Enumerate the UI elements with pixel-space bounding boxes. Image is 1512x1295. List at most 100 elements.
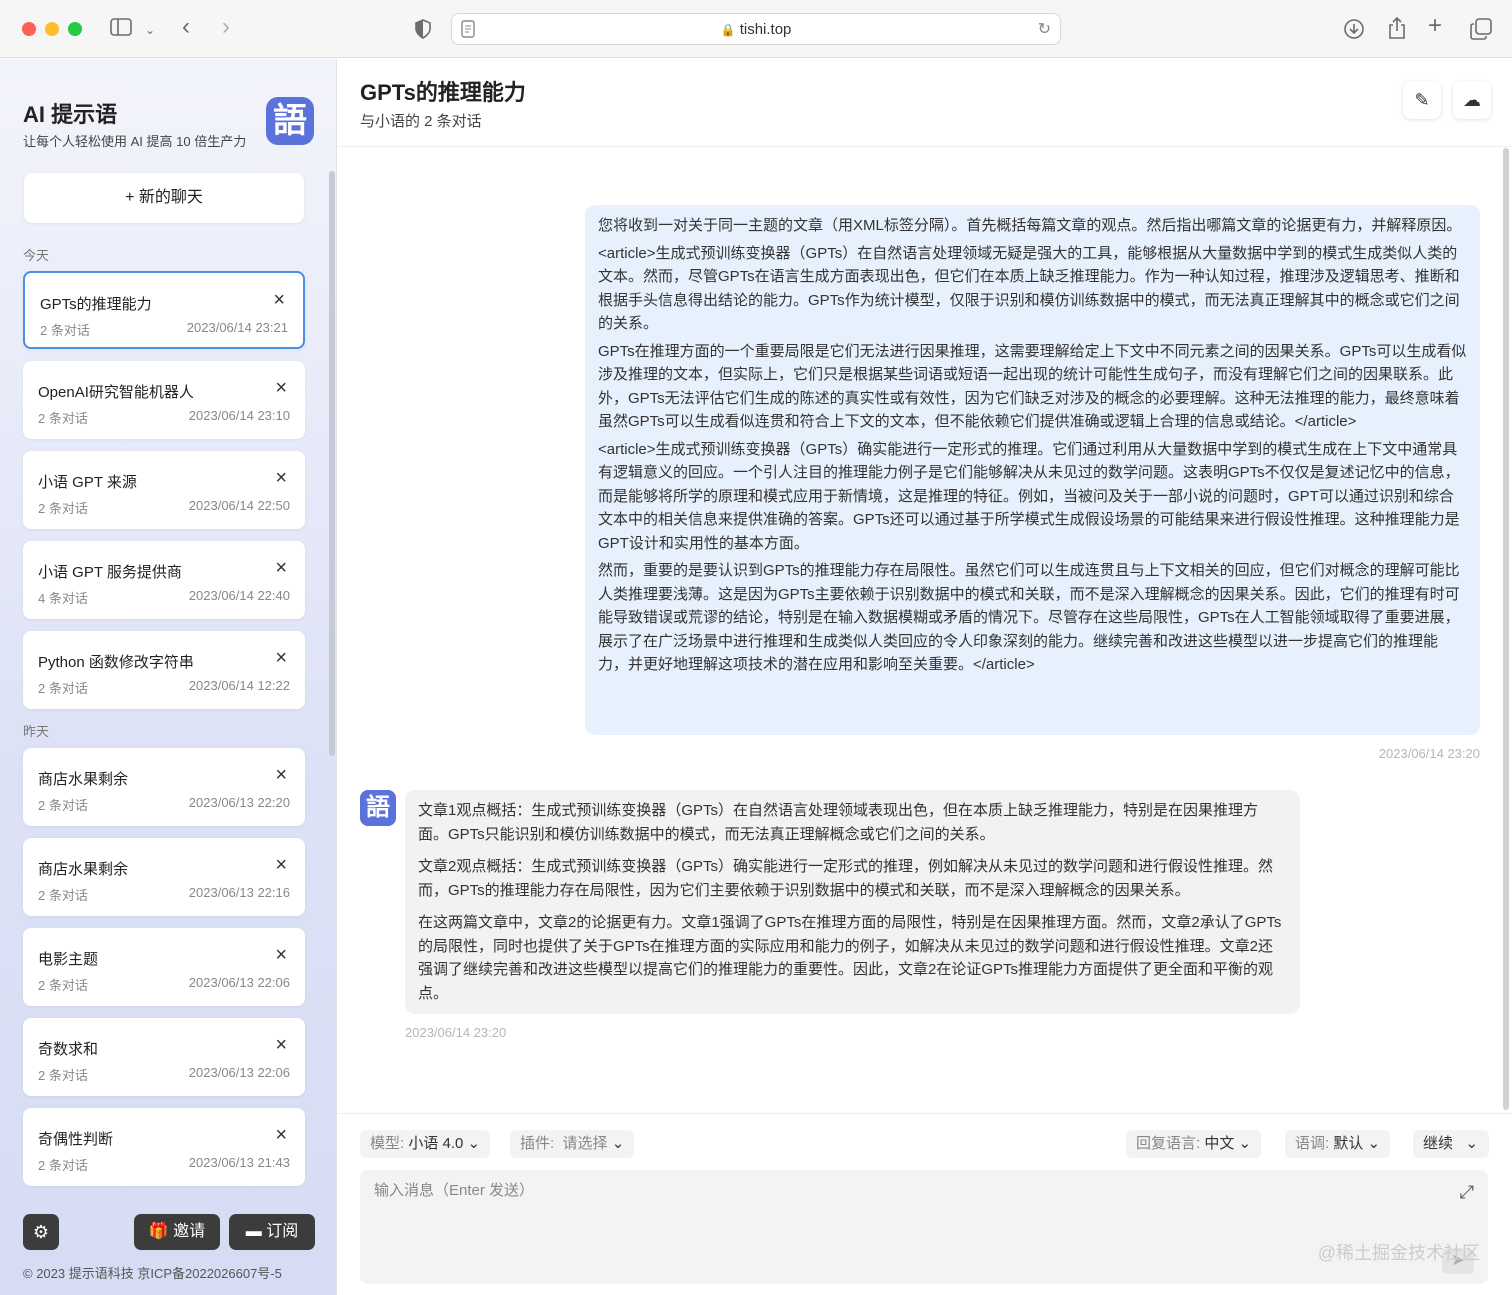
new-tab-icon[interactable]: + xyxy=(1428,14,1442,38)
forward-icon[interactable]: › xyxy=(222,15,230,39)
chat-list-item[interactable]: GPTs的推理能力 2 条对话 2023/06/14 23:21 × xyxy=(23,271,305,349)
chat-item-count: 2 条对话 xyxy=(38,1068,88,1083)
continue-select[interactable]: 继续 ⌄ xyxy=(1413,1130,1489,1158)
lock-icon: 🔒 xyxy=(720,23,736,37)
user-message: 您将收到一对关于同一主题的文章（用XML标签分隔）。首先概括每篇文章的观点。然后… xyxy=(585,205,1480,735)
minimize-window-button[interactable] xyxy=(45,22,59,36)
message-input-container: ⤢ ➤ xyxy=(360,1170,1488,1284)
page-title: GPTs的推理能力 xyxy=(360,80,526,105)
chat-item-title: 奇数求和 xyxy=(38,1041,99,1058)
close-icon[interactable]: × xyxy=(275,1124,287,1147)
assistant-message-paragraph: 文章2观点概括：生成式预训练变换器（GPTs）确实能进行一定形式的推理，例如解决… xyxy=(418,858,1274,899)
chevron-down-icon: ⌄ xyxy=(1367,1135,1381,1152)
brand-title: AI 提示语 xyxy=(23,102,118,127)
message-input[interactable] xyxy=(360,1170,1488,1284)
url-text: tishi.top xyxy=(739,21,792,38)
model-select[interactable]: 模型: 小语 4.0 ⌄ xyxy=(360,1130,491,1158)
edit-title-button[interactable]: ✎ xyxy=(1403,81,1441,119)
assistant-message-paragraph: 文章1观点概括：生成式预训练变换器（GPTs）在自然语言处理领域表现出色，但在本… xyxy=(418,802,1259,843)
invite-button[interactable]: 🎁 邀请 xyxy=(134,1214,220,1250)
chat-list-item[interactable]: 商店水果剩余 2 条对话 2023/06/13 22:20 × xyxy=(23,748,305,826)
close-icon[interactable]: × xyxy=(275,944,287,967)
chat-scrollbar[interactable] xyxy=(1503,148,1509,1110)
section-label: 今天 xyxy=(23,248,50,263)
chat-list-item[interactable]: Python 函数修改字符串 2 条对话 2023/06/14 12:22 × xyxy=(23,631,305,709)
close-icon[interactable]: × xyxy=(273,289,285,312)
user-message-paragraph: 您将收到一对关于同一主题的文章（用XML标签分隔）。首先概括每篇文章的观点。然后… xyxy=(598,217,1462,234)
close-icon[interactable]: × xyxy=(275,764,287,787)
expand-icon[interactable]: ⤢ xyxy=(1460,1182,1474,1203)
close-icon[interactable]: × xyxy=(275,647,287,670)
close-icon[interactable]: × xyxy=(275,467,287,490)
chat-item-title: 商店水果剩余 xyxy=(38,771,129,788)
chat-item-count: 2 条对话 xyxy=(38,798,88,813)
chat-item-title: Python 函数修改字符串 xyxy=(38,654,194,671)
chat-list-item[interactable]: 小语 GPT 来源 2 条对话 2023/06/14 22:50 × xyxy=(23,451,305,529)
chat-list-item[interactable]: 商店水果剩余 2 条对话 2023/06/13 22:16 × xyxy=(23,838,305,916)
chat-item-count: 2 条对话 xyxy=(38,1158,88,1173)
chat-item-date: 2023/06/13 22:20 xyxy=(188,795,290,810)
chat-item-count: 2 条对话 xyxy=(38,501,88,516)
plugin-value: 请选择 xyxy=(562,1135,608,1152)
chat-item-title: 商店水果剩余 xyxy=(38,861,129,878)
reply-language-label: 回复语言: xyxy=(1136,1135,1201,1152)
chevron-down-icon: ⌄ xyxy=(611,1135,625,1152)
shield-icon[interactable] xyxy=(414,19,432,43)
user-message-paragraph: <article>生成式预训练变换器（GPTs）确实能进行一定形式的推理。它们通… xyxy=(598,440,1460,552)
address-bar[interactable]: 🔒 tishi.top ↻ xyxy=(451,13,1061,45)
chat-item-title: GPTs的推理能力 xyxy=(40,296,152,313)
sidebar-scrollbar[interactable] xyxy=(329,171,335,756)
chat-item-date: 2023/06/13 22:06 xyxy=(188,975,290,990)
share-icon[interactable] xyxy=(1387,16,1407,44)
chat-item-title: 电影主题 xyxy=(38,951,99,968)
chevron-down-icon[interactable]: ⌄ xyxy=(145,20,155,40)
sidebar-icon[interactable] xyxy=(110,18,132,40)
reply-language-value: 中文 xyxy=(1204,1135,1235,1152)
chat-item-count: 2 条对话 xyxy=(38,888,88,903)
chat-item-date: 2023/06/14 23:21 xyxy=(186,320,288,335)
new-chat-button[interactable]: + 新的聊天 xyxy=(24,173,304,223)
user-message-paragraph: GPTs在推理方面的一个重要局限是它们无法进行因果推理，这需要理解给定上下文中不… xyxy=(598,342,1467,431)
plugin-label: 插件: xyxy=(520,1135,555,1152)
close-icon[interactable]: × xyxy=(275,377,287,400)
chat-list-item[interactable]: 小语 GPT 服务提供商 4 条对话 2023/06/14 22:40 × xyxy=(23,541,305,619)
footer-copyright: © 2023 提示语科技 京ICP备2022026607号-5 xyxy=(23,1266,282,1281)
settings-button[interactable]: ⚙ xyxy=(23,1214,59,1250)
reload-icon[interactable]: ↻ xyxy=(1038,19,1051,39)
chat-list-item[interactable]: 电影主题 2 条对话 2023/06/13 22:06 × xyxy=(23,928,305,1006)
tabs-overview-icon[interactable] xyxy=(1470,18,1492,44)
download-icon[interactable] xyxy=(1343,18,1365,44)
subscribe-button[interactable]: ▬ 订阅 xyxy=(229,1214,315,1250)
zoom-window-button[interactable] xyxy=(68,22,82,36)
chat-item-count: 4 条对话 xyxy=(38,591,88,606)
chevron-down-icon: ⌄ xyxy=(1465,1135,1479,1152)
chat-item-count: 2 条对话 xyxy=(38,411,88,426)
chat-list-item[interactable]: 奇数求和 2 条对话 2023/06/13 22:06 × xyxy=(23,1018,305,1096)
browser-toolbar: ⌄ ‹ › 🔒 tishi.top ↻ + xyxy=(0,0,1512,58)
chat-item-date: 2023/06/14 23:10 xyxy=(188,408,290,423)
chat-item-date: 2023/06/13 22:06 xyxy=(188,1065,290,1080)
export-button[interactable]: ☁ xyxy=(1453,81,1491,119)
back-icon[interactable]: ‹ xyxy=(182,15,190,39)
assistant-avatar: 語 xyxy=(360,790,396,826)
app-logo: 語 xyxy=(266,97,314,145)
gear-icon: ⚙ xyxy=(32,1222,50,1242)
tone-select[interactable]: 语调: 默认 ⌄ xyxy=(1285,1130,1391,1158)
close-icon[interactable]: × xyxy=(275,557,287,580)
user-message-paragraph: <article>生成式预训练变换器（GPTs）在自然语言处理领域无疑是强大的工… xyxy=(598,244,1460,333)
chat-item-date: 2023/06/14 22:40 xyxy=(188,588,290,603)
close-icon[interactable]: × xyxy=(275,854,287,877)
chat-header: GPTs的推理能力 与小语的 2 条对话 ✎ ☁ xyxy=(337,59,1512,147)
chat-item-title: 奇偶性判断 xyxy=(38,1131,114,1148)
plugin-select[interactable]: 插件: 请选择 ⌄ xyxy=(510,1130,635,1158)
chat-item-count: 2 条对话 xyxy=(38,978,88,993)
continue-value: 继续 xyxy=(1423,1135,1454,1152)
close-icon[interactable]: × xyxy=(275,1034,287,1057)
chat-item-count: 2 条对话 xyxy=(40,323,90,338)
chat-item-date: 2023/06/14 22:50 xyxy=(188,498,290,513)
tone-value: 默认 xyxy=(1333,1135,1364,1152)
chat-list-item[interactable]: 奇偶性判断 2 条对话 2023/06/13 21:43 × xyxy=(23,1108,305,1186)
chat-list-item[interactable]: OpenAI研究智能机器人 2 条对话 2023/06/14 23:10 × xyxy=(23,361,305,439)
close-window-button[interactable] xyxy=(22,22,36,36)
reply-language-select[interactable]: 回复语言: 中文 ⌄ xyxy=(1126,1130,1262,1158)
